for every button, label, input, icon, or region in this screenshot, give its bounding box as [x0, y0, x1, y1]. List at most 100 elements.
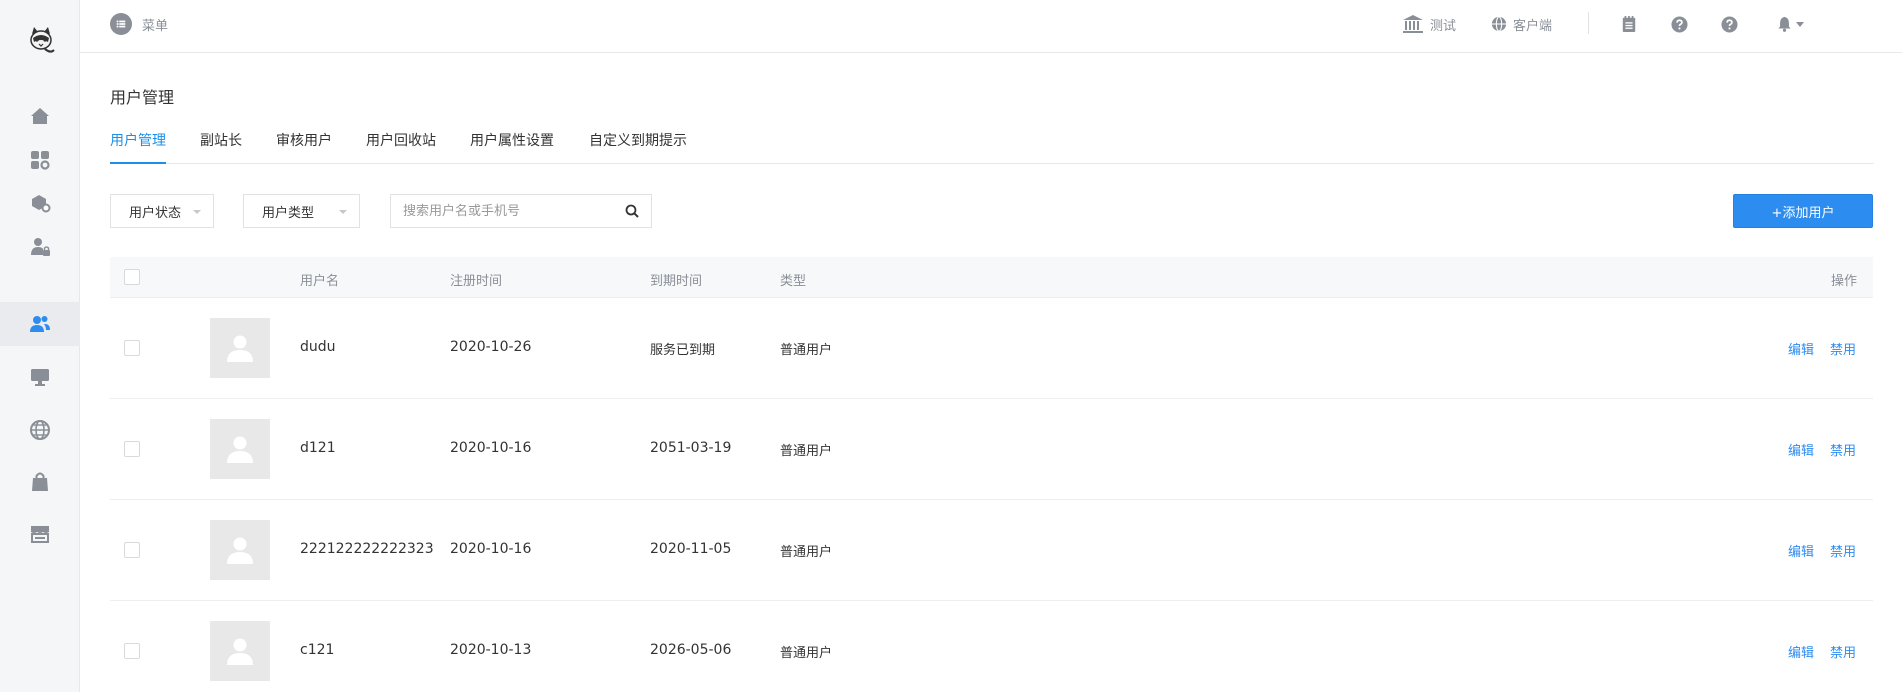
- sidebar-item-packages[interactable]: [0, 181, 80, 225]
- home-icon: [31, 108, 49, 124]
- register-time-cell: 2020-10-16: [450, 541, 532, 557]
- username-cell: dudu: [300, 339, 336, 355]
- help-icon: [1671, 15, 1688, 33]
- user-status-select-label: 用户状态: [129, 205, 182, 221]
- sidebar-item-store[interactable]: [0, 512, 80, 556]
- help-icon: [1721, 15, 1738, 33]
- column-header-expire-time: 到期时间: [650, 274, 703, 289]
- shopping-bag-icon: [32, 472, 48, 491]
- table-row: 222122222222323 2020-10-16 2020-11-05 普通…: [110, 500, 1873, 601]
- page-title: 用户管理: [110, 88, 175, 107]
- tab-bar: 用户管理 副站长 审核用户 用户回收站 用户属性设置 自定义到期提示: [110, 126, 1874, 164]
- client-link-label: 客户端: [1513, 18, 1553, 34]
- apps-settings-icon: [31, 151, 50, 170]
- bank-icon: [1403, 15, 1423, 33]
- chevron-down-icon: [339, 210, 347, 214]
- sidebar-item-apps[interactable]: [0, 138, 80, 182]
- menu-toggle-button[interactable]: 菜单: [110, 12, 168, 36]
- notepad-icon: [1622, 16, 1636, 32]
- column-header-username: 用户名: [300, 274, 340, 289]
- package-settings-icon: [32, 195, 51, 213]
- expire-time-cell: 2026-05-06: [650, 642, 732, 658]
- sidebar-item-monitor[interactable]: [0, 355, 80, 399]
- column-header-actions: 操作: [1831, 274, 1858, 289]
- chevron-down-icon: [1796, 21, 1804, 27]
- row-checkbox[interactable]: [124, 643, 140, 659]
- edit-link[interactable]: 编辑: [1788, 541, 1814, 560]
- expire-time-cell: 2020-11-05: [650, 541, 732, 557]
- tab-user-recycle-bin[interactable]: 用户回收站: [366, 130, 436, 164]
- column-header-type: 类型: [780, 274, 807, 289]
- search-icon[interactable]: [625, 204, 639, 218]
- avatar: [210, 419, 270, 479]
- avatar: [210, 520, 270, 580]
- top-header: 菜单 测试 客户端: [80, 0, 1902, 53]
- register-time-cell: 2020-10-26: [450, 339, 532, 355]
- avatar: [210, 621, 270, 681]
- type-cell: 普通用户: [780, 545, 833, 560]
- tab-user-attribute-settings[interactable]: 用户属性设置: [470, 130, 554, 164]
- edit-link[interactable]: 编辑: [1788, 440, 1814, 459]
- disable-link[interactable]: 禁用: [1830, 440, 1856, 459]
- chevron-down-icon: [193, 210, 201, 214]
- user-status-select[interactable]: 用户状态: [110, 194, 214, 228]
- globe-icon: [1491, 16, 1507, 32]
- disable-link[interactable]: 禁用: [1830, 642, 1856, 661]
- store-icon: [31, 526, 49, 543]
- tab-deputy-admin[interactable]: 副站长: [200, 130, 242, 164]
- avatar: [210, 318, 270, 378]
- users-icon: [30, 316, 50, 332]
- expire-time-cell: 服务已到期: [650, 343, 716, 358]
- sidebar-item-shop[interactable]: [0, 460, 80, 504]
- sidebar-item-home[interactable]: [0, 94, 80, 138]
- help-center-button[interactable]: [1721, 12, 1738, 36]
- add-user-button[interactable]: +添加用户: [1733, 194, 1873, 228]
- search-input[interactable]: [391, 195, 611, 227]
- username-cell: 222122222222323: [300, 541, 434, 557]
- type-cell: 普通用户: [780, 343, 833, 358]
- user-type-select[interactable]: 用户类型: [243, 194, 360, 228]
- sidebar-item-permissions[interactable]: [0, 224, 80, 268]
- table-row: dudu 2020-10-26 服务已到期 普通用户 编辑 禁用: [110, 298, 1873, 399]
- default-avatar-icon: [227, 436, 253, 463]
- tab-custom-expiry-prompt[interactable]: 自定义到期提示: [589, 130, 687, 164]
- select-all-checkbox[interactable]: [124, 269, 140, 285]
- disable-link[interactable]: 禁用: [1830, 339, 1856, 358]
- sidebar-item-domains[interactable]: [0, 408, 80, 452]
- test-link-label: 测试: [1430, 18, 1457, 34]
- cat-logo-icon: [30, 27, 55, 53]
- default-avatar-icon: [227, 335, 253, 362]
- bell-icon: [1778, 16, 1791, 32]
- monitor-icon: [31, 369, 49, 386]
- row-checkbox[interactable]: [124, 340, 140, 356]
- menu-label: 菜单: [142, 18, 169, 34]
- default-avatar-icon: [227, 638, 253, 665]
- type-cell: 普通用户: [780, 444, 833, 459]
- test-link[interactable]: 测试: [1402, 12, 1456, 36]
- logo[interactable]: [24, 24, 58, 58]
- username-cell: d121: [300, 440, 336, 456]
- column-header-register-time: 注册时间: [450, 274, 503, 289]
- notifications-dropdown[interactable]: [1777, 12, 1804, 36]
- tab-user-management[interactable]: 用户管理: [110, 130, 166, 164]
- expire-time-cell: 2051-03-19: [650, 440, 732, 456]
- notepad-button[interactable]: [1621, 12, 1637, 36]
- tab-review-users[interactable]: 审核用户: [276, 130, 332, 164]
- row-checkbox[interactable]: [124, 441, 140, 457]
- menu-list-icon: [110, 13, 132, 35]
- edit-link[interactable]: 编辑: [1788, 339, 1814, 358]
- username-cell: c121: [300, 642, 335, 658]
- user-lock-icon: [31, 238, 50, 256]
- sidebar: [0, 0, 80, 692]
- table-header: 用户名 注册时间 到期时间 类型 操作: [110, 257, 1873, 298]
- edit-link[interactable]: 编辑: [1788, 642, 1814, 661]
- client-link[interactable]: 客户端: [1491, 12, 1552, 36]
- globe-icon: [30, 420, 50, 440]
- disable-link[interactable]: 禁用: [1830, 541, 1856, 560]
- row-checkbox[interactable]: [124, 542, 140, 558]
- sidebar-item-users[interactable]: [0, 302, 80, 346]
- help-button[interactable]: [1671, 12, 1688, 36]
- register-time-cell: 2020-10-13: [450, 642, 532, 658]
- header-divider: [1588, 12, 1589, 34]
- user-type-select-label: 用户类型: [262, 205, 315, 221]
